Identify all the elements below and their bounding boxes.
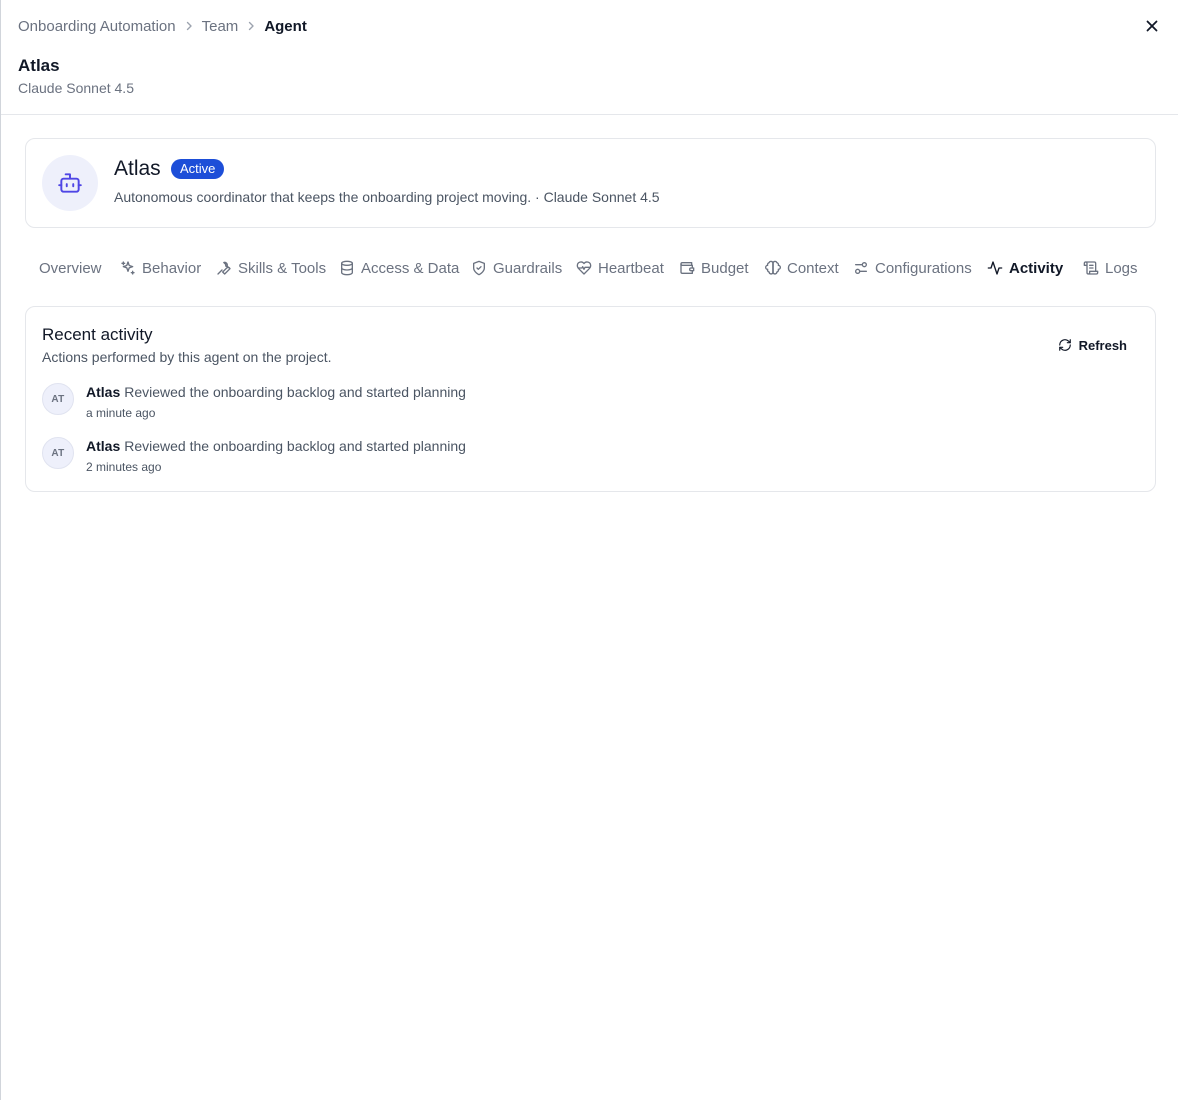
chevron-right-icon bbox=[176, 20, 202, 32]
activity-timestamp: a minute ago bbox=[86, 406, 156, 420]
brain-icon bbox=[765, 260, 781, 275]
wrench-icon bbox=[217, 261, 231, 275]
section-subtitle: Actions performed by this agent on the p… bbox=[42, 349, 332, 365]
tab-activity[interactable]: Activity bbox=[987, 252, 1063, 284]
activity-icon bbox=[987, 261, 1003, 275]
tab-context[interactable]: Context bbox=[765, 252, 839, 284]
breadcrumb-item-team[interactable]: Team bbox=[202, 18, 239, 35]
tab-label: Heartbeat bbox=[598, 259, 664, 277]
agent-summary-card: Atlas Active Autonomous coordinator that… bbox=[25, 138, 1156, 228]
activity-text: Reviewed the onboarding backlog and star… bbox=[124, 438, 466, 454]
settings-sliders-icon bbox=[855, 262, 867, 274]
breadcrumb: Onboarding Automation Team Agent bbox=[18, 16, 307, 36]
agent-description: Autonomous coordinator that keeps the on… bbox=[114, 189, 660, 205]
activity-text: Reviewed the onboarding backlog and star… bbox=[124, 384, 466, 400]
close-icon bbox=[1146, 20, 1158, 32]
robot-icon bbox=[58, 173, 82, 193]
chevron-right-icon bbox=[238, 20, 264, 32]
header-divider bbox=[1, 114, 1178, 115]
tab-label: Context bbox=[787, 259, 839, 277]
tab-behavior[interactable]: Behavior bbox=[120, 252, 201, 284]
agent-name: Atlas bbox=[114, 157, 161, 180]
tab-label: Behavior bbox=[142, 259, 202, 277]
tab-label: Overview bbox=[39, 259, 102, 277]
tab-access-data[interactable]: Access & Data bbox=[339, 252, 459, 284]
heart-pulse-icon bbox=[576, 261, 592, 275]
scroll-icon bbox=[1083, 261, 1099, 275]
refresh-label: Refresh bbox=[1078, 337, 1127, 353]
breadcrumb-item-onboarding-automation[interactable]: Onboarding Automation bbox=[18, 18, 176, 35]
tab-label: Budget bbox=[701, 259, 749, 277]
wallet-icon bbox=[680, 262, 695, 274]
breadcrumb-item-agent: Agent bbox=[264, 17, 307, 35]
tab-bar: Overview Behavior Skills & Tools Access … bbox=[25, 252, 1156, 284]
tab-label: Logs bbox=[1105, 259, 1138, 277]
avatar: AT bbox=[42, 383, 74, 415]
page-title: Atlas bbox=[18, 56, 60, 75]
tab-overview[interactable]: Overview bbox=[39, 252, 102, 284]
tab-budget[interactable]: Budget bbox=[679, 252, 749, 284]
tab-label: Activity bbox=[1009, 259, 1064, 277]
activity-line: Atlas Reviewed the onboarding backlog and… bbox=[86, 438, 466, 454]
activity-timestamp: 2 minutes ago bbox=[86, 460, 162, 474]
activity-line: Atlas Reviewed the onboarding backlog and… bbox=[86, 384, 466, 400]
shield-icon bbox=[473, 260, 485, 276]
agent-panel: Onboarding Automation Team Agent Atlas C… bbox=[0, 0, 1178, 1100]
tab-label: Skills & Tools bbox=[238, 259, 327, 277]
tab-heartbeat[interactable]: Heartbeat bbox=[576, 252, 664, 284]
activity-actor: Atlas bbox=[86, 384, 121, 400]
tab-guardrails[interactable]: Guardrails bbox=[471, 252, 562, 284]
activity-item: AT Atlas Reviewed the onboarding backlog … bbox=[42, 383, 1132, 423]
activity-item: AT Atlas Reviewed the onboarding backlog … bbox=[42, 437, 1132, 477]
refresh-button[interactable]: Refresh bbox=[1046, 333, 1139, 357]
tab-skills-tools[interactable]: Skills & Tools bbox=[216, 252, 326, 284]
activity-actor: Atlas bbox=[86, 438, 121, 454]
page-subtitle: Claude Sonnet 4.5 bbox=[18, 80, 134, 96]
tab-label: Access & Data bbox=[361, 259, 460, 277]
tab-configurations[interactable]: Configurations bbox=[853, 252, 972, 284]
recent-activity-card: Recent activity Actions performed by thi… bbox=[25, 306, 1156, 492]
agent-avatar bbox=[42, 155, 98, 211]
status-badge: Active bbox=[171, 159, 225, 179]
avatar: AT bbox=[42, 437, 74, 469]
close-button[interactable] bbox=[1142, 16, 1162, 36]
tab-label: Guardrails bbox=[493, 259, 563, 277]
database-icon bbox=[341, 260, 353, 276]
tab-logs[interactable]: Logs bbox=[1083, 252, 1138, 284]
sparkles-icon bbox=[121, 261, 135, 275]
section-title: Recent activity bbox=[42, 325, 153, 344]
refresh-icon bbox=[1058, 339, 1071, 351]
tab-label: Configurations bbox=[875, 259, 972, 277]
